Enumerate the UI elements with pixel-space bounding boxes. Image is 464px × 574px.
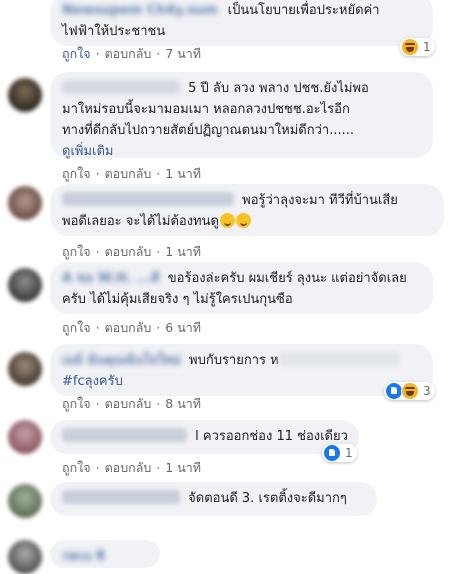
separator: · (156, 320, 161, 335)
avatar[interactable] (8, 420, 42, 454)
comment-bubble: A ขอ W.H. ...ติ ขอร้องล่ะครับ ผมเชียร์ ล… (50, 262, 433, 314)
comment-actions: ถูกใจ · ตอบกลับ · 1 นาที (62, 458, 201, 478)
reaction-count[interactable]: 1 (322, 444, 357, 462)
like-button[interactable]: ถูกใจ (62, 44, 91, 64)
comment-line: ขอร้องล่ะครับ ผมเชียร์ ลุงนะ แต่อย่าจัดเ… (167, 271, 407, 286)
separator: · (156, 166, 161, 181)
commenter-name[interactable] (62, 192, 234, 206)
reaction-count-value: 3 (423, 384, 431, 398)
comment-line: 5 ปี ลับ ลวง พลาง ปชช.ยังไม่พอ (188, 81, 369, 96)
comment-bubble: 5 ปี ลับ ลวง พลาง ปชช.ยังไม่พอ มาใหม่รอบ… (50, 72, 433, 159)
comment-bubble: กดเน พิ (50, 540, 160, 568)
timestamp[interactable]: 6 นาที (165, 318, 201, 338)
see-more-link[interactable]: ดูเพิ่มเติม (62, 141, 421, 162)
comment-line: พอดีเลยอะ จะได้ไม่ต้องทนดู (62, 214, 219, 229)
comment-text: เมย์ ฉันคุณฉันใจใหม่ พบกับรายการ ห (62, 350, 421, 371)
like-button[interactable]: ถูกใจ (62, 242, 91, 262)
comment-line: พบกับรายการ ห (189, 353, 279, 368)
like-button[interactable]: ถูกใจ (62, 318, 91, 338)
comment-text: 5 ปี ลับ ลวง พลาง ปชช.ยังไม่พอ (62, 78, 421, 99)
commenter-name[interactable] (62, 428, 187, 442)
comment-text: พอดีเลยอะ จะได้ไม่ต้องทนดู (62, 211, 432, 232)
comment-text: จัดตอนดี 3. เรตติ้งจะดีมากๆ (62, 488, 365, 509)
avatar[interactable] (8, 484, 42, 518)
grinning-emoji-icon (235, 213, 251, 228)
comment-actions: ถูกใจ · ตอบกลับ · 7 นาที (62, 44, 201, 64)
comment-line: ครับ ได้ไม่คุ้มเสียจริง ๆ ไม่รู้ใครเปนกุ… (62, 292, 293, 307)
timestamp[interactable]: 1 นาที (165, 458, 201, 478)
separator: · (95, 244, 100, 259)
comment-actions: ถูกใจ · ตอบกลับ · 1 นาที (62, 164, 201, 184)
reply-button[interactable]: ตอบกลับ (105, 318, 152, 338)
comment-actions: ถูกใจ · ตอบกลับ · 6 นาที (62, 318, 201, 338)
like-button[interactable]: ถูกใจ (62, 458, 91, 478)
separator: · (95, 166, 100, 181)
timestamp[interactable]: 1 นาที (165, 242, 201, 262)
reply-button[interactable]: ตอบกลับ (105, 164, 152, 184)
comment-line: มาใหม่รอบนี้จะมามอมเมา หลอกลวงปชชช.อะไรอ… (62, 102, 350, 117)
comment-bubble: l ควรออกช่อง 11 ช่องเดียว (50, 420, 359, 454)
avatar[interactable] (8, 268, 42, 302)
comment-text: Newsupem Ch4y.sum เป็นนโยบายเพื่อประหยัด… (62, 0, 421, 21)
haha-icon (401, 38, 419, 56)
reaction-count[interactable]: 3 (384, 382, 435, 400)
timestamp[interactable]: 7 นาที (165, 44, 201, 64)
commenter-name[interactable] (62, 80, 180, 94)
comment-text: พอรู้ว่าลุงจะมา ทีวีที่บ้านเสีย (62, 190, 432, 211)
timestamp[interactable]: 1 นาที (165, 164, 201, 184)
like-button[interactable]: ถูกใจ (62, 394, 91, 414)
grinning-emoji-icon (219, 213, 235, 228)
reaction-count-value: 1 (423, 40, 431, 54)
comment-actions: ถูกใจ · ตอบกลับ · 1 นาที (62, 242, 201, 262)
comment-bubble: จัดตอนดี 3. เรตติ้งจะดีมากๆ (50, 482, 377, 516)
commenter-name[interactable]: เมย์ ฉันคุณฉันใจใหม่ (62, 350, 181, 371)
comment-text: l ควรออกช่อง 11 ช่องเดียว (62, 426, 348, 447)
comment-actions: ถูกใจ · ตอบกลับ · 8 นาที (62, 394, 201, 414)
commenter-name[interactable]: A ขอ W.H. ...ติ (62, 268, 160, 289)
reply-button[interactable]: ตอบกลับ (105, 242, 152, 262)
separator: · (156, 46, 161, 61)
comment-line: ไฟฟ้าให้ประชาชน (62, 24, 166, 39)
separator: · (95, 460, 100, 475)
separator: · (95, 396, 100, 411)
separator: · (156, 396, 161, 411)
commenter-name[interactable] (62, 490, 180, 504)
separator: · (156, 460, 161, 475)
comment-line: เป็นนโยบายเพื่อประหยัดค่า (227, 3, 380, 18)
comment-bubble: Newsupem Ch4y.sum เป็นนโยบายเพื่อประหยัด… (50, 0, 433, 46)
comment-text: A ขอ W.H. ...ติ ขอร้องล่ะครับ ผมเชียร์ ล… (62, 268, 421, 289)
timestamp[interactable]: 8 นาที (165, 394, 201, 414)
commenter-name[interactable]: Newsupem Ch4y.sum (62, 0, 218, 21)
commenter-name[interactable]: กดเน พิ (62, 546, 105, 567)
reply-button[interactable]: ตอบกลับ (105, 44, 152, 64)
comment-line: จัดตอนดี 3. เรตติ้งจะดีมากๆ (188, 491, 347, 506)
comment-line: l ควรออกช่อง 11 ช่องเดียว (195, 429, 348, 444)
redacted-text (278, 352, 399, 366)
comment-line: พอรู้ว่าลุงจะมา ทีวีที่บ้านเสีย (242, 193, 398, 208)
avatar[interactable] (8, 186, 42, 220)
reaction-count[interactable]: 1 (400, 38, 435, 56)
hashtag-link[interactable]: #fcลุงครับ (62, 371, 421, 392)
like-icon (323, 444, 341, 462)
reaction-count-value: 1 (345, 446, 353, 460)
haha-icon (401, 382, 419, 400)
reply-button[interactable]: ตอบกลับ (105, 458, 152, 478)
separator: · (95, 46, 100, 61)
avatar[interactable] (8, 78, 42, 112)
separator: · (156, 244, 161, 259)
avatar[interactable] (8, 540, 42, 574)
avatar[interactable] (8, 352, 42, 386)
comment-bubble: พอรู้ว่าลุงจะมา ทีวีที่บ้านเสีย พอดีเลยอ… (50, 184, 444, 236)
reply-button[interactable]: ตอบกลับ (105, 394, 152, 414)
separator: · (95, 320, 100, 335)
comment-line: ทางที่ดีกลับไปถวายสัตย์ปฏิญาณตนมาใหม่ดีก… (62, 123, 354, 138)
comment-bubble: เมย์ ฉันคุณฉันใจใหม่ พบกับรายการ ห #fcลุ… (50, 344, 433, 396)
like-button[interactable]: ถูกใจ (62, 164, 91, 184)
